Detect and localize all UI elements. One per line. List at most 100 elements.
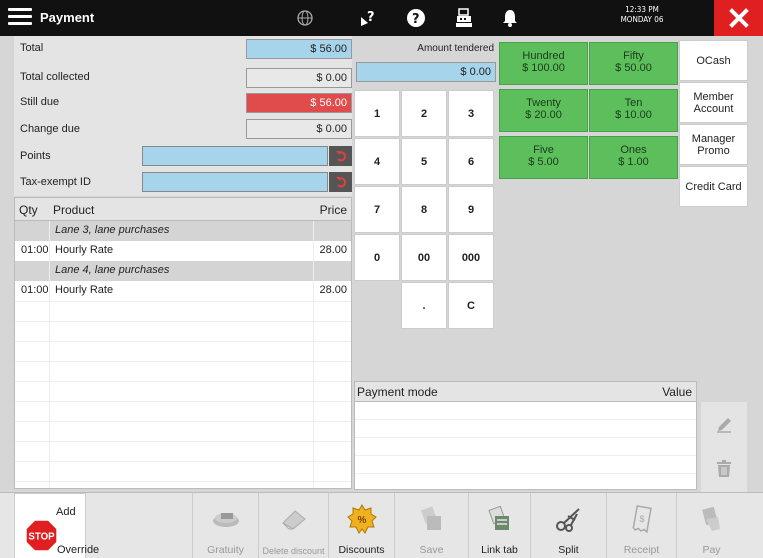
help-cursor-icon[interactable]: ? [348,0,388,36]
receipt-icon: $ [607,501,676,537]
ocash-button[interactable]: OCash [679,40,748,81]
denom-name: Twenty [526,97,561,109]
discount-badge-icon: % [329,501,394,537]
product-table: Qty Product Price Lane 3, lane purchases… [14,197,352,489]
gratuity-button[interactable]: Gratuity [192,493,258,558]
receipt-button[interactable]: $ Receipt [606,493,676,558]
close-button[interactable] [714,0,763,36]
help-icon[interactable]: ? [396,0,436,36]
points-reset-button[interactable] [329,146,352,166]
pay-label: Pay [702,544,721,556]
key-5[interactable]: 5 [401,138,447,185]
key-1[interactable]: 1 [354,90,400,137]
empty-row [355,438,696,456]
key-7[interactable]: 7 [354,186,400,233]
column-divider [313,221,314,488]
key-decimal[interactable]: . [401,282,447,329]
empty-row [15,421,351,441]
table-row[interactable]: 01:00 Hourly Rate 28.00 [15,281,351,301]
link-tab-label: Link tab [481,544,518,556]
hamburger-menu-icon[interactable] [8,8,32,28]
close-icon [728,8,749,28]
table-row[interactable]: 01:00 Hourly Rate 28.00 [15,241,351,261]
edit-payment-button[interactable] [701,402,747,448]
amount-tendered-label: Amount tendered [417,43,494,54]
empty-row [15,381,351,401]
svg-text:?: ? [367,10,375,25]
empty-row [15,301,351,321]
group-title: Lane 4, lane purchases [55,264,170,276]
split-label: Split [558,544,579,556]
pay-hand-icon [677,501,746,537]
member-account-button[interactable]: Member Account [679,82,748,123]
tax-exempt-reset-button[interactable] [329,172,352,192]
clock: 12:33 PM MONDAY 06 [610,5,674,25]
bottom-toolbar: Add Override STOP Gratuity Delete discou… [0,492,763,558]
pay-button[interactable]: Pay [676,493,746,558]
total-collected-label: Total collected [20,71,90,83]
points-input[interactable] [142,146,328,166]
denom-value: $ 100.00 [522,62,565,74]
bell-icon[interactable] [490,0,530,36]
payment-mode-header: Payment mode Value [355,382,696,402]
denom-fifty-button[interactable]: Fifty $ 50.00 [589,42,678,85]
key-6[interactable]: 6 [448,138,494,185]
save-label: Save [419,544,444,556]
denom-value: $ 10.00 [615,109,652,121]
delete-payment-button[interactable] [701,446,747,492]
add-override-button[interactable]: Add Override STOP [14,493,99,558]
discounts-button[interactable]: % Discounts [328,493,394,558]
key-clear[interactable]: C [448,282,494,329]
key-000[interactable]: 000 [448,234,494,281]
link-tab-button[interactable]: Link tab [468,493,530,558]
total-label: Total [20,42,44,54]
empty-row [15,481,351,488]
row-price: 28.00 [319,284,347,296]
receipt-label: Receipt [623,544,660,556]
denom-twenty-button[interactable]: Twenty $ 20.00 [499,89,588,132]
link-tab-icon [469,501,530,537]
col-product: Product [53,203,95,217]
still-due-label: Still due [20,96,60,108]
delete-discount-button[interactable]: Delete discount [258,493,328,558]
key-0[interactable]: 0 [354,234,400,281]
key-2[interactable]: 2 [401,90,447,137]
stop-sign-icon: STOP [25,519,58,552]
key-00[interactable]: 00 [401,234,447,281]
discounts-label: Discounts [338,544,385,556]
row-product: Hourly Rate [55,284,114,296]
key-9[interactable]: 9 [448,186,494,233]
change-due-label: Change due [20,123,80,135]
tax-exempt-input[interactable] [142,172,328,192]
credit-card-button[interactable]: Credit Card [679,166,748,207]
amount-tendered-input[interactable]: $ 0.00 [356,62,496,82]
points-label: Points [20,150,51,162]
scissors-icon [531,501,606,537]
cash-register-icon[interactable] [444,0,484,36]
manager-promo-button[interactable]: Manager Promo [679,124,748,165]
pencil-icon [717,418,731,433]
gratuity-label: Gratuity [207,544,244,556]
empty-row [15,401,351,421]
empty-row [15,441,351,461]
column-divider [49,221,50,488]
receipt-stack-icon [395,501,468,537]
payment-summary: Total $ 56.00 Total collected $ 0.00 Sti… [14,36,352,196]
globe-icon[interactable] [285,0,325,36]
denom-hundred-button[interactable]: Hundred $ 100.00 [499,42,588,85]
key-3[interactable]: 3 [448,90,494,137]
row-product: Hourly Rate [55,244,114,256]
denom-ten-button[interactable]: Ten $ 10.00 [589,89,678,132]
empty-row [355,474,696,489]
split-button[interactable]: Split [530,493,606,558]
empty-row [15,341,351,361]
save-button[interactable]: Save [394,493,468,558]
top-bar: Payment ? ? 12:33 PM MONDAY 06 [0,0,763,36]
delete-discount-label: Delete discount [262,546,325,556]
key-8[interactable]: 8 [401,186,447,233]
key-4[interactable]: 4 [354,138,400,185]
denom-ones-button[interactable]: Ones $ 1.00 [589,136,678,179]
col-qty: Qty [19,203,38,217]
denom-five-button[interactable]: Five $ 5.00 [499,136,588,179]
svg-text:$: $ [639,514,644,524]
